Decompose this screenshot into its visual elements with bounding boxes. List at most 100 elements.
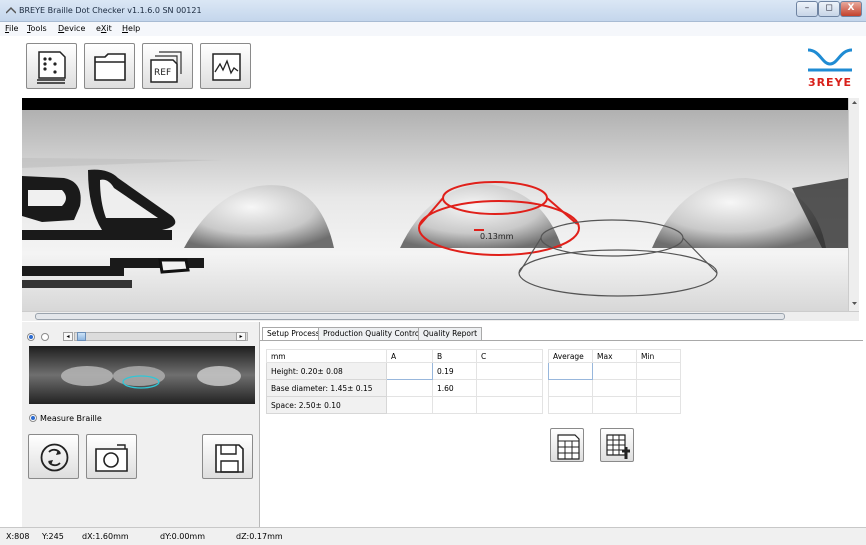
table-cell[interactable] xyxy=(636,379,681,397)
refresh-button[interactable] xyxy=(28,434,79,479)
logo-text: 3REYE xyxy=(807,76,853,89)
table-cell[interactable] xyxy=(548,396,593,414)
tab-strip-border xyxy=(260,340,863,341)
status-x: X:808 xyxy=(6,532,30,541)
slider-thumb[interactable] xyxy=(77,332,86,341)
position-slider[interactable] xyxy=(74,332,248,341)
scroll-arrows-icon xyxy=(852,101,857,305)
menu-device[interactable]: Device xyxy=(58,24,85,33)
menu-help[interactable]: Help xyxy=(122,24,140,33)
camera-icon xyxy=(95,444,128,472)
table-cell[interactable] xyxy=(476,379,543,397)
add-table-row-button[interactable] xyxy=(600,428,634,462)
measurement-table: mm A B C Height: 0.20± 0.08 0.19 Base di… xyxy=(266,349,543,414)
column-header: mm xyxy=(266,349,387,363)
report-chart-button[interactable] xyxy=(200,43,251,89)
status-y: Y:245 xyxy=(42,532,64,541)
results-panel: Setup Process Production Quality Control… xyxy=(260,322,863,527)
surface-scan-viewer[interactable]: 0.13mm xyxy=(22,98,848,321)
braille-sheet-icon xyxy=(37,51,66,84)
table-cell[interactable] xyxy=(548,362,593,380)
tab-quality-report[interactable]: Quality Report xyxy=(418,327,483,340)
capture-button[interactable] xyxy=(86,434,137,479)
table-row xyxy=(548,362,681,380)
table-cell[interactable] xyxy=(592,362,637,380)
minimize-button[interactable]: – xyxy=(796,1,818,17)
view-radio-2[interactable] xyxy=(41,333,49,341)
column-header: Average xyxy=(548,349,593,363)
floppy-disk-icon xyxy=(215,444,244,473)
column-header: C xyxy=(476,349,543,363)
left-margin xyxy=(0,36,22,527)
tab-setup-process[interactable]: Setup Process xyxy=(262,327,325,341)
measure-braille-label: Measure Braille xyxy=(40,414,102,423)
tab-production-quality-control[interactable]: Production Quality Control xyxy=(318,327,427,340)
measurement-label: 0.13mm xyxy=(480,232,514,241)
close-button[interactable]: X xyxy=(840,1,862,17)
table-row: Base diameter: 1.45± 0.15 1.60 xyxy=(266,379,543,397)
table-cell[interactable] xyxy=(636,396,681,414)
table-cell[interactable] xyxy=(386,379,433,397)
toolbar: REF 3REYE xyxy=(0,36,866,97)
row-label: Space: 2.50± 0.10 xyxy=(266,396,387,414)
table-cell[interactable] xyxy=(386,362,433,380)
status-dz: dZ:0.17mm xyxy=(236,532,283,541)
slider-right-button[interactable]: ▸ xyxy=(236,332,246,341)
reference-button[interactable]: REF xyxy=(142,43,193,89)
menu-file[interactable]: File xyxy=(5,24,18,33)
table-row xyxy=(548,379,681,397)
view-radio-1[interactable] xyxy=(27,333,35,341)
table-cell[interactable] xyxy=(476,396,543,414)
breye-logo: 3REYE xyxy=(804,42,856,92)
table-cell[interactable] xyxy=(636,362,681,380)
menu-tools[interactable]: Tools xyxy=(27,24,47,33)
column-header: A xyxy=(386,349,433,363)
title-bar: BREYE Braille Dot Checker v1.1.6.0 SN 00… xyxy=(0,0,866,22)
table-cell[interactable] xyxy=(476,362,543,380)
statistics-table: Average Max Min xyxy=(548,349,681,414)
save-button[interactable] xyxy=(202,434,253,479)
table-cell[interactable] xyxy=(432,396,477,414)
maximize-button[interactable]: ◻ xyxy=(818,1,840,17)
table-add-icon xyxy=(606,434,630,459)
table-row xyxy=(548,396,681,414)
table-cell[interactable] xyxy=(592,379,637,397)
new-sample-button[interactable] xyxy=(26,43,77,89)
status-dx: dX:1.60mm xyxy=(82,532,129,541)
status-dy: dY:0.00mm xyxy=(160,532,205,541)
slider-left-button[interactable]: ◂ xyxy=(63,332,73,341)
table-document-icon xyxy=(557,434,580,460)
scrollbar-thumb[interactable] xyxy=(35,313,785,320)
app-icon xyxy=(6,6,16,14)
ref-documents-icon: REF xyxy=(150,51,182,83)
left-control-panel: ◂ ▸ Measure Braille xyxy=(22,322,260,527)
breye-wave-icon xyxy=(807,48,853,72)
viewer-horizontal-scrollbar[interactable] xyxy=(22,311,859,321)
row-label: Height: 0.20± 0.08 xyxy=(266,362,387,380)
table-cell[interactable] xyxy=(548,379,593,397)
table-cell[interactable]: 0.19 xyxy=(432,362,477,380)
column-header: Min xyxy=(636,349,681,363)
measure-braille-radio[interactable] xyxy=(29,414,37,422)
column-header: B xyxy=(432,349,477,363)
status-bar: X:808 Y:245 dX:1.60mm dY:0.00mm dZ:0.17m… xyxy=(0,527,866,545)
table-header-row: mm A B C xyxy=(266,349,543,363)
menu-exit[interactable]: eXit xyxy=(96,24,112,33)
table-cell[interactable] xyxy=(386,396,433,414)
open-folder-button[interactable] xyxy=(84,43,135,89)
export-table-button[interactable] xyxy=(550,428,584,462)
table-header-row: Average Max Min xyxy=(548,349,681,363)
folder-icon xyxy=(94,53,126,81)
viewer-vertical-scrollbar[interactable] xyxy=(848,98,859,321)
preview-thumbnail xyxy=(29,346,255,404)
row-label: Base diameter: 1.45± 0.15 xyxy=(266,379,387,397)
column-header: Max xyxy=(592,349,637,363)
table-cell[interactable] xyxy=(592,396,637,414)
ref-label: REF xyxy=(154,68,171,78)
table-row: Space: 2.50± 0.10 xyxy=(266,396,543,414)
table-row: Height: 0.20± 0.08 0.19 xyxy=(266,362,543,380)
scan-image xyxy=(22,98,848,321)
window-title: BREYE Braille Dot Checker v1.1.6.0 SN 00… xyxy=(19,6,202,15)
table-cell[interactable]: 1.60 xyxy=(432,379,477,397)
chart-document-icon xyxy=(212,53,241,81)
